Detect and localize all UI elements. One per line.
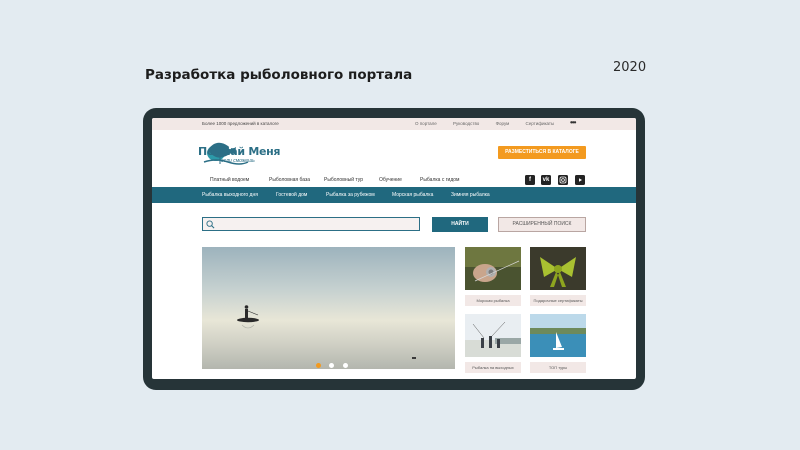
- card-weekend-fishing[interactable]: Рыбалка на выходных: [465, 314, 521, 373]
- search-input[interactable]: [202, 217, 420, 231]
- more-menu-icon[interactable]: •••: [570, 118, 576, 127]
- category-abroad-fishing[interactable]: Рыбалка за рубежом: [326, 192, 375, 198]
- slider-dot-3[interactable]: [342, 363, 348, 368]
- vk-icon[interactable]: vk: [541, 175, 551, 185]
- website-screen: Более 1000 предложений в каталоге О порт…: [152, 118, 636, 379]
- nav-item-fishing-base[interactable]: Рыболовная база: [269, 177, 310, 183]
- utility-links: О портале Руководство Форум Сертификаты: [415, 121, 569, 126]
- hero-slider[interactable]: [202, 247, 455, 369]
- utility-link-about[interactable]: О портале: [415, 121, 437, 126]
- nav-item-guided-fishing[interactable]: Рыбалка с гидом: [420, 177, 460, 183]
- slider-dot-2[interactable]: [329, 363, 335, 368]
- facebook-icon[interactable]: f: [525, 175, 535, 185]
- logo-subtitle: если сможешь: [221, 158, 255, 164]
- card-label: Рыбалка на выходных: [465, 362, 521, 373]
- fishing-reel-image: [465, 247, 521, 290]
- card-label: ТОП туры: [530, 362, 586, 373]
- search-icon: [206, 220, 215, 229]
- nav-item-paid-pond[interactable]: Платный водоем: [210, 177, 249, 183]
- nav-item-training[interactable]: Обучение: [379, 177, 402, 183]
- category-guest-house[interactable]: Гостевой дом: [276, 192, 307, 198]
- page-heading: Разработка рыболовного портала: [145, 67, 413, 83]
- slider-dot-1[interactable]: [316, 363, 321, 368]
- list-in-catalog-button[interactable]: РАЗМЕСТИТЬСЯ В КАТАЛОГЕ: [498, 146, 586, 159]
- advanced-search-button[interactable]: РАСШИРЕННЫЙ ПОИСК: [498, 217, 586, 232]
- gift-bow-image: [530, 247, 586, 290]
- card-sea-fishing[interactable]: Морская рыбалка: [465, 247, 521, 306]
- group-fishing-image: [465, 314, 521, 357]
- card-label: Подарочные сертификаты: [530, 295, 586, 306]
- nav-item-fishing-tour[interactable]: Рыболовный тур: [324, 177, 363, 183]
- hero-fishing-boat-image: [237, 305, 416, 359]
- logo-title[interactable]: Поймай Меня: [198, 145, 281, 158]
- sailboat-image: [530, 314, 586, 357]
- card-label: Морская рыбалка: [465, 295, 521, 306]
- utility-link-certificates[interactable]: Сертификаты: [526, 121, 555, 126]
- utility-link-forum[interactable]: Форум: [496, 121, 510, 126]
- category-weekend-fishing[interactable]: Рыбалка выходного дня: [202, 192, 258, 198]
- instagram-icon[interactable]: [558, 175, 568, 185]
- top-utility-bar: Более 1000 предложений в каталоге О порт…: [152, 118, 636, 130]
- category-sea-fishing[interactable]: Морская рыбалка: [392, 192, 433, 198]
- category-nav: Рыбалка выходного дня Гостевой дом Рыбал…: [152, 187, 636, 203]
- slider-dots: [316, 355, 352, 369]
- card-gift-certificates[interactable]: Подарочные сертификаты: [530, 247, 586, 306]
- search-button[interactable]: НАЙТИ: [432, 217, 488, 232]
- card-top-tours[interactable]: ТОП туры: [530, 314, 586, 373]
- utility-link-guide[interactable]: Руководство: [453, 121, 479, 126]
- tablet-frame: Более 1000 предложений в каталоге О порт…: [143, 108, 645, 390]
- project-year: 2020: [613, 60, 647, 75]
- category-winter-fishing[interactable]: Зимняя рыбалка: [451, 192, 490, 198]
- youtube-icon[interactable]: [575, 175, 585, 185]
- catalog-tagline: Более 1000 предложений в каталоге: [202, 121, 279, 126]
